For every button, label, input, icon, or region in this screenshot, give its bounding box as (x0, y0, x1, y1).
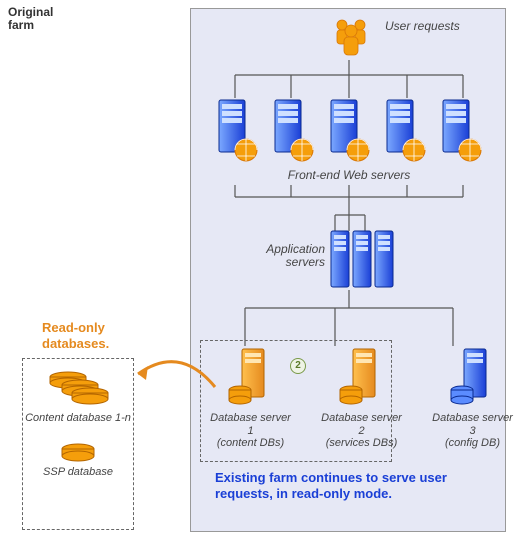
db-server-3: Database server 3(config DB) (429, 348, 516, 450)
farm-title: Original farm (8, 6, 78, 32)
users-icon (328, 15, 374, 60)
web-server-icon (327, 98, 371, 164)
web-server-icon (439, 98, 483, 164)
db1-sub: (content DBs) (217, 437, 284, 449)
db-server-1: Database server 1(content DBs) (207, 348, 294, 450)
db-server-blue-icon (450, 348, 496, 406)
db-servers-row: Database server 1(content DBs) Database … (207, 348, 516, 450)
app-server-icon (352, 230, 372, 288)
content-db-label: Content database 1-n (23, 412, 133, 425)
app-servers-row (330, 230, 394, 288)
app-server-icon (374, 230, 394, 288)
db-server-orange-icon (339, 348, 385, 406)
db3-sub: (config DB) (445, 437, 500, 449)
web-server-icon (215, 98, 259, 164)
db1-name: Database server 1 (210, 412, 291, 437)
readonly-title: Read-only databases. (42, 320, 152, 351)
db3-name: Database server 3 (432, 412, 513, 437)
db2-name: Database server 2 (321, 412, 402, 437)
app-servers-label: Application servers (240, 243, 325, 269)
web-server-icon (383, 98, 427, 164)
ssp-db-label: SSP database (23, 466, 133, 479)
content-db-stack-icon (46, 369, 110, 409)
ssp-db-icon (60, 443, 96, 463)
db-server-orange-icon (228, 348, 274, 406)
farm-caption: Existing farm continues to serve user re… (215, 470, 495, 503)
user-requests-label: User requests (385, 20, 465, 33)
step-badge: 2 (290, 358, 306, 374)
readonly-db-box: Content database 1-n SSP database (22, 358, 134, 530)
web-servers-label: Front-end Web servers (215, 168, 483, 182)
db-server-2: Database server 2(services DBs) (318, 348, 405, 450)
db2-sub: (services DBs) (326, 437, 398, 449)
web-server-icon (271, 98, 315, 164)
web-servers-row (215, 98, 483, 164)
app-server-icon (330, 230, 350, 288)
